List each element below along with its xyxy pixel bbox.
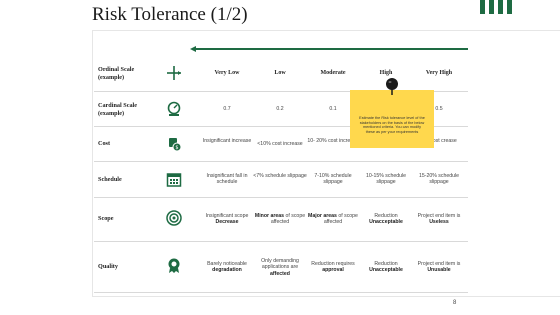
table-cell: Minor areas of scope affected (253, 213, 307, 226)
row-label: Cardinal Scale (example) (98, 102, 138, 117)
table-cell: Barely noticeable degradation (200, 261, 254, 274)
row-label: Scope (98, 215, 114, 222)
scale-icon (167, 101, 181, 116)
row-label: Ordinal Scale (example) (98, 66, 135, 81)
money-icon: $ (169, 138, 182, 152)
row-label: Schedule (98, 176, 122, 183)
decorative-bars (480, 0, 520, 14)
table-row: Schedule Insignificant fall in schedule … (94, 161, 468, 198)
cell-emphasis: Major areas (308, 213, 337, 219)
cell-emphasis: Useless (429, 219, 449, 226)
cell-text: Only demanding applications are (261, 258, 299, 271)
table-cell: Major areas of scope affected (306, 213, 360, 226)
cell-emphasis: affected (270, 270, 290, 277)
level-header: Moderate (320, 70, 346, 76)
cell-emphasis: Unacceptable (369, 267, 403, 274)
level-header: Low (274, 70, 286, 76)
cell-text: Insignificant scope (205, 213, 249, 219)
sticky-note: Estimate the Risk tolerance level of the… (350, 90, 434, 148)
pushpin-icon (386, 78, 398, 95)
table-cell: Project end item is Useless (412, 213, 466, 226)
level-header: High (379, 70, 393, 76)
cell-emphasis: Decrease (215, 219, 239, 226)
svg-text:$: $ (175, 145, 178, 151)
page-number: 8 (453, 300, 457, 306)
cell-emphasis: Minor areas (254, 213, 285, 219)
row-label: Quality (98, 263, 118, 270)
row-label: Cost (98, 140, 111, 147)
cell-text: Project end item is (417, 261, 461, 267)
header-row: Ordinal Scale (example) Very Low Low Mod… (94, 56, 468, 92)
table-cell: 10-15% schedule slippage (365, 173, 407, 186)
cell-emphasis: Unusable (427, 267, 451, 274)
table-cell: Reduction Unacceptable (359, 261, 413, 274)
arrow-cross-icon (167, 66, 181, 80)
cell-emphasis: approval (322, 267, 344, 274)
cell-text: Project end item is (417, 213, 461, 219)
scale-arrow (190, 46, 468, 52)
badge-icon (168, 258, 180, 273)
cell-text: Reduction (374, 213, 398, 219)
table-cell: 0.2 (276, 106, 284, 112)
cell-text: Reduction (374, 261, 398, 267)
level-header: Very High (425, 70, 453, 76)
table-cell: 7-10% schedule slippage (314, 173, 352, 186)
page-title: Risk Tolerance (1/2) (92, 4, 248, 25)
calendar-icon (166, 173, 182, 187)
table-cell: <10% cost increase (257, 141, 303, 147)
table-cell: Only demanding applications are affected (253, 258, 307, 277)
table-cell: Reduction Unacceptable (359, 213, 413, 226)
table-row: Scope Insignificant scope Decrease Minor … (94, 197, 468, 242)
table-cell: Insignificant increase (202, 138, 252, 144)
level-header: Very Low (214, 70, 240, 76)
cell-text: Reduction requires (311, 261, 355, 267)
table-cell: Insignificant scope Decrease (200, 213, 254, 226)
table-cell: Project end item is Unusable (412, 261, 466, 274)
slide: Risk Tolerance (1/2) Ordinal Scale (exam… (0, 0, 560, 315)
cell-emphasis: degradation (212, 267, 242, 274)
cell-emphasis: Unacceptable (369, 219, 403, 226)
cell-text: Barely noticeable (207, 261, 247, 267)
sticky-note-text: Estimate the Risk tolerance level of the… (359, 116, 425, 134)
target-icon (166, 210, 182, 226)
table-row: Quality Barely noticeable degradation Onl… (94, 241, 468, 293)
table-cell: 0.7 (223, 106, 231, 112)
table-cell: Insignificant fall in schedule (206, 173, 248, 186)
table-cell: <7% schedule slippage (253, 173, 307, 179)
table-cell: 15-20% schedule slippage (418, 173, 460, 186)
table-cell: Reduction requires approval (306, 261, 360, 274)
